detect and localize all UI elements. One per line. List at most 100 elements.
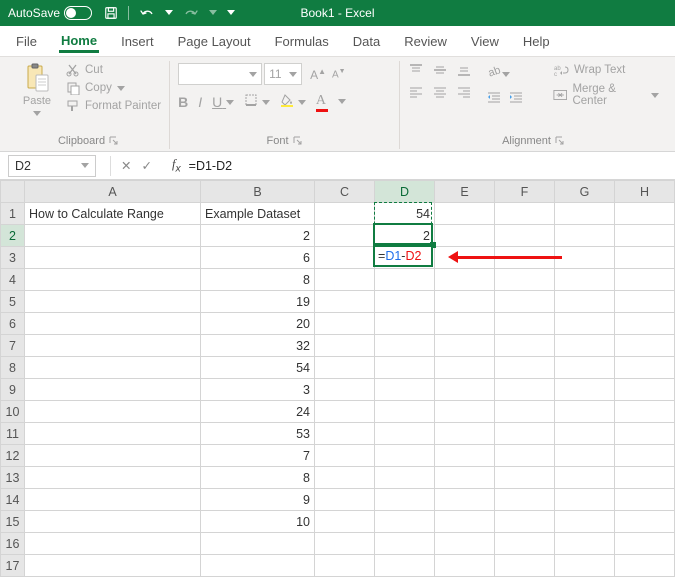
row-header-5[interactable]: 5 <box>1 291 25 313</box>
increase-indent-button[interactable] <box>508 90 524 107</box>
cell-A13[interactable] <box>25 467 201 489</box>
cell-E11[interactable] <box>435 423 495 445</box>
align-left-button[interactable] <box>408 85 426 103</box>
cell-D11[interactable] <box>375 423 435 445</box>
cell-D6[interactable] <box>375 313 435 335</box>
autosave-toggle[interactable] <box>64 6 92 20</box>
border-button[interactable] <box>244 93 270 110</box>
cell-A12[interactable] <box>25 445 201 467</box>
row-header-4[interactable]: 4 <box>1 269 25 291</box>
column-header-D[interactable]: D <box>375 181 435 203</box>
cell-H3[interactable] <box>615 247 675 269</box>
fx-icon[interactable]: fx <box>172 157 181 175</box>
cell-B5[interactable]: 19 <box>201 291 315 313</box>
cell-H16[interactable] <box>615 533 675 555</box>
cell-G2[interactable] <box>555 225 615 247</box>
cell-E12[interactable] <box>435 445 495 467</box>
cell-H11[interactable] <box>615 423 675 445</box>
cell-C1[interactable] <box>315 203 375 225</box>
cell-A11[interactable] <box>25 423 201 445</box>
align-bottom-button[interactable] <box>456 63 474 81</box>
cell-E5[interactable] <box>435 291 495 313</box>
cell-C13[interactable] <box>315 467 375 489</box>
column-header-C[interactable]: C <box>315 181 375 203</box>
cell-G14[interactable] <box>555 489 615 511</box>
column-header-B[interactable]: B <box>201 181 315 203</box>
decrease-indent-button[interactable] <box>486 90 502 107</box>
cell-A14[interactable] <box>25 489 201 511</box>
cell-A8[interactable] <box>25 357 201 379</box>
cell-B17[interactable] <box>201 555 315 577</box>
column-header-F[interactable]: F <box>495 181 555 203</box>
cell-E16[interactable] <box>435 533 495 555</box>
row-header-12[interactable]: 12 <box>1 445 25 467</box>
cell-C4[interactable] <box>315 269 375 291</box>
cell-B9[interactable]: 3 <box>201 379 315 401</box>
copy-dropdown-icon[interactable] <box>117 86 125 95</box>
cell-G12[interactable] <box>555 445 615 467</box>
cell-G5[interactable] <box>555 291 615 313</box>
cell-G7[interactable] <box>555 335 615 357</box>
cell-F17[interactable] <box>495 555 555 577</box>
cell-D1[interactable]: 54 <box>375 203 435 225</box>
cell-E2[interactable] <box>435 225 495 247</box>
cell-D10[interactable] <box>375 401 435 423</box>
cell-G17[interactable] <box>555 555 615 577</box>
cell-C16[interactable] <box>315 533 375 555</box>
cell-B1[interactable]: Example Dataset <box>201 203 315 225</box>
cell-E15[interactable] <box>435 511 495 533</box>
row-header-9[interactable]: 9 <box>1 379 25 401</box>
cut-button[interactable]: Cut <box>66 63 161 77</box>
column-header-H[interactable]: H <box>615 181 675 203</box>
cell-B13[interactable]: 8 <box>201 467 315 489</box>
cell-G16[interactable] <box>555 533 615 555</box>
underline-button[interactable]: U <box>212 94 234 110</box>
cell-G13[interactable] <box>555 467 615 489</box>
align-right-button[interactable] <box>456 85 474 103</box>
cell-C3[interactable] <box>315 247 375 269</box>
cell-A7[interactable] <box>25 335 201 357</box>
select-all-corner[interactable] <box>1 181 25 203</box>
cell-D16[interactable] <box>375 533 435 555</box>
row-header-17[interactable]: 17 <box>1 555 25 577</box>
cell-C8[interactable] <box>315 357 375 379</box>
tab-page-layout[interactable]: Page Layout <box>176 30 253 53</box>
tab-formulas[interactable]: Formulas <box>273 30 331 53</box>
cell-C14[interactable] <box>315 489 375 511</box>
cell-A9[interactable] <box>25 379 201 401</box>
cell-D8[interactable] <box>375 357 435 379</box>
cell-F11[interactable] <box>495 423 555 445</box>
row-header-1[interactable]: 1 <box>1 203 25 225</box>
cell-G9[interactable] <box>555 379 615 401</box>
redo-dropdown-icon[interactable] <box>209 6 217 20</box>
align-center-button[interactable] <box>432 85 450 103</box>
tab-file[interactable]: File <box>14 30 39 53</box>
cell-F16[interactable] <box>495 533 555 555</box>
cell-H1[interactable] <box>615 203 675 225</box>
cell-B12[interactable]: 7 <box>201 445 315 467</box>
cell-F15[interactable] <box>495 511 555 533</box>
align-middle-button[interactable] <box>432 63 450 81</box>
cell-H5[interactable] <box>615 291 675 313</box>
cell-G4[interactable] <box>555 269 615 291</box>
cell-H9[interactable] <box>615 379 675 401</box>
column-header-E[interactable]: E <box>435 181 495 203</box>
cell-A6[interactable] <box>25 313 201 335</box>
cell-H17[interactable] <box>615 555 675 577</box>
cell-G3[interactable] <box>555 247 615 269</box>
cell-F9[interactable] <box>495 379 555 401</box>
cell-D4[interactable] <box>375 269 435 291</box>
fill-color-button[interactable] <box>280 93 306 110</box>
cell-A15[interactable] <box>25 511 201 533</box>
cell-F2[interactable] <box>495 225 555 247</box>
cell-E7[interactable] <box>435 335 495 357</box>
cell-A2[interactable] <box>25 225 201 247</box>
cell-A10[interactable] <box>25 401 201 423</box>
cell-D9[interactable] <box>375 379 435 401</box>
cell-C17[interactable] <box>315 555 375 577</box>
cell-D5[interactable] <box>375 291 435 313</box>
font-color-button[interactable]: A <box>316 91 328 112</box>
cell-D2[interactable]: 2 <box>375 225 435 247</box>
row-header-15[interactable]: 15 <box>1 511 25 533</box>
cell-F14[interactable] <box>495 489 555 511</box>
